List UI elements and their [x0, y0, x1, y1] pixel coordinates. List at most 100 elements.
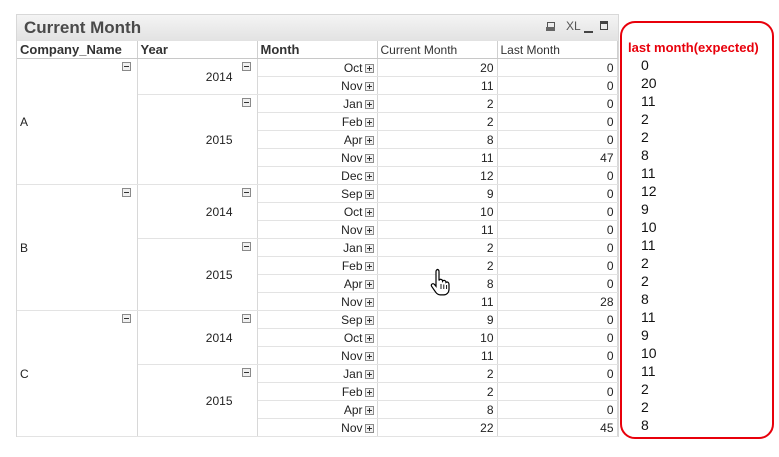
last-month-value: 0 — [497, 184, 618, 203]
last-month-value: 0 — [497, 220, 618, 239]
current-month-value: 2 — [377, 112, 498, 131]
month-cell: Jan — [257, 94, 378, 113]
expected-value: 11 — [641, 165, 656, 181]
year-cell: 2015 — [137, 94, 258, 185]
table-row: C 2014 Sep 9 0 — [17, 310, 618, 437]
collapse-icon[interactable] — [241, 98, 251, 107]
expand-icon[interactable] — [364, 315, 374, 325]
expected-value: 0 — [641, 57, 649, 73]
collapse-icon[interactable] — [241, 368, 251, 377]
last-month-value: 0 — [497, 76, 618, 95]
month-cell: Feb — [257, 112, 378, 131]
table-row: A 2014 Oct 20 0 — [17, 58, 618, 185]
month-label: Sep — [341, 312, 363, 327]
expand-icon[interactable] — [364, 405, 374, 415]
column-header[interactable]: Company_Name — [17, 41, 138, 59]
column-header[interactable]: Current Month — [377, 41, 498, 59]
current-month-value: 9 — [377, 184, 498, 203]
month-cell: Sep — [257, 184, 378, 203]
month-cell: Nov — [257, 148, 378, 167]
expand-icon[interactable] — [364, 423, 374, 433]
expected-value: 12 — [641, 183, 657, 199]
year-cell: 2014 — [137, 58, 258, 95]
last-month-value: 0 — [497, 130, 618, 149]
month-label: Jan — [343, 366, 363, 381]
expected-value: 11 — [641, 237, 656, 253]
print-icon[interactable] — [546, 22, 556, 32]
last-month-value: 0 — [497, 202, 618, 221]
month-label: Apr — [343, 276, 363, 291]
month-cell: Oct — [257, 328, 378, 347]
expand-icon[interactable] — [364, 99, 374, 109]
month-cell: Nov — [257, 76, 378, 95]
expand-icon[interactable] — [364, 207, 374, 217]
month-label: Feb — [341, 258, 363, 273]
month-cell: Jan — [257, 364, 378, 383]
expected-value: 9 — [641, 327, 649, 343]
company-label: A — [20, 114, 29, 129]
last-month-value: 0 — [497, 310, 618, 329]
last-month-value: 0 — [497, 256, 618, 275]
expected-value: 8 — [641, 291, 649, 307]
column-header[interactable]: Year — [137, 41, 258, 59]
collapse-icon[interactable] — [121, 314, 131, 323]
expected-value: 8 — [641, 417, 649, 433]
expand-icon[interactable] — [364, 243, 374, 253]
company-label: B — [20, 240, 29, 255]
last-month-value: 0 — [497, 382, 618, 401]
current-month-value: 20 — [377, 58, 498, 77]
expand-icon[interactable] — [364, 261, 374, 271]
expand-icon[interactable] — [364, 171, 374, 181]
expand-icon[interactable] — [364, 63, 374, 73]
month-cell: Nov — [257, 220, 378, 239]
current-month-value: 11 — [377, 346, 498, 365]
expand-icon[interactable] — [364, 369, 374, 379]
last-month-value: 0 — [497, 274, 618, 293]
collapse-icon[interactable] — [241, 62, 251, 71]
collapse-icon[interactable] — [241, 188, 251, 197]
collapse-icon[interactable] — [121, 188, 131, 197]
current-month-value: 12 — [377, 166, 498, 185]
last-month-value: 0 — [497, 58, 618, 77]
send-to-excel-button[interactable]: XL — [566, 19, 581, 33]
month-label: Apr — [343, 132, 363, 147]
maximize-icon[interactable] — [600, 21, 608, 30]
column-header[interactable]: Month — [257, 41, 378, 59]
current-month-value: 11 — [377, 76, 498, 95]
expected-values-annotation: last month(expected) 0 20 11 2 2 8 11 12 9 10 11 2 2… — [620, 21, 774, 439]
company-label: C — [20, 366, 29, 381]
year-label: 2015 — [205, 393, 233, 408]
column-header[interactable]: Last Month — [497, 41, 618, 59]
last-month-value: 0 — [497, 328, 618, 347]
expand-icon[interactable] — [364, 351, 374, 361]
expand-icon[interactable] — [364, 153, 374, 163]
year-cell: 2014 — [137, 184, 258, 239]
expected-value: 10 — [641, 219, 657, 235]
expand-icon[interactable] — [364, 387, 374, 397]
minimize-icon[interactable] — [584, 31, 593, 33]
expected-value: 2 — [641, 129, 649, 145]
month-label: Nov — [341, 222, 363, 237]
expand-icon[interactable] — [364, 117, 374, 127]
month-label: Apr — [343, 402, 363, 417]
month-cell: Oct — [257, 202, 378, 221]
expected-value: 2 — [641, 399, 649, 415]
month-cell: Apr — [257, 274, 378, 293]
expand-icon[interactable] — [364, 297, 374, 307]
current-month-value: 8 — [377, 400, 498, 419]
expand-icon[interactable] — [364, 135, 374, 145]
last-month-value: 0 — [497, 112, 618, 131]
last-month-value: 0 — [497, 238, 618, 257]
expand-icon[interactable] — [364, 81, 374, 91]
month-label: Jan — [343, 240, 363, 255]
expand-icon[interactable] — [364, 225, 374, 235]
expand-icon[interactable] — [364, 279, 374, 289]
month-label: Nov — [341, 348, 363, 363]
year-cell: 2015 — [137, 238, 258, 311]
collapse-icon[interactable] — [241, 242, 251, 251]
expand-icon[interactable] — [364, 189, 374, 199]
collapse-icon[interactable] — [121, 62, 131, 71]
collapse-icon[interactable] — [241, 314, 251, 323]
month-label: Oct — [343, 330, 363, 345]
expand-icon[interactable] — [364, 333, 374, 343]
